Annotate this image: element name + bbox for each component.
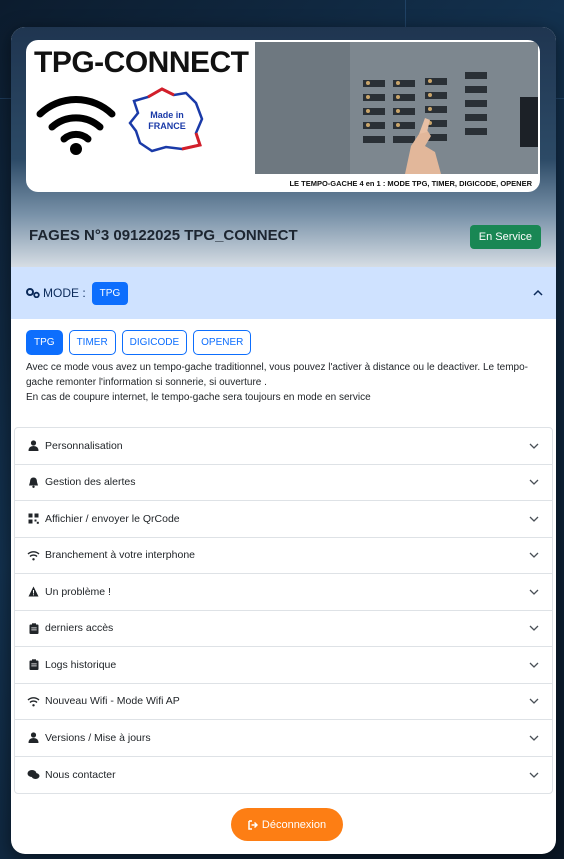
section-label: Affichier / envoyer le QrCode <box>45 512 180 525</box>
user-icon <box>27 732 40 744</box>
mode-label-text: MODE : <box>43 286 86 300</box>
card-header: TPG-CONNECT Made in FRANCE LE TEMPO-GACH… <box>11 27 556 267</box>
clipboard-icon <box>27 659 40 671</box>
badge-text-2: FRANCE <box>148 121 186 131</box>
banner-caption: LE TEMPO-GACHE 4 en 1 : MODE TPG, TIMER,… <box>289 179 532 188</box>
background-line <box>405 0 406 27</box>
wifi-logo-icon <box>36 96 116 155</box>
badge-text-1: Made in <box>150 110 184 120</box>
banner: TPG-CONNECT Made in FRANCE LE TEMPO-GACH… <box>26 40 540 192</box>
chevron-down-icon[interactable] <box>528 659 540 671</box>
section-label: derniers accès <box>45 622 114 635</box>
wifi-icon <box>27 695 40 707</box>
status-badge: En Service <box>469 225 541 249</box>
warning-icon <box>27 586 40 598</box>
section-alertes[interactable]: Gestion des alertes <box>15 465 552 501</box>
section-label: Branchement à votre interphone <box>45 549 196 562</box>
chevron-down-icon[interactable] <box>528 513 540 525</box>
mode-description-line: Avec ce mode vous avez un tempo-gache tr… <box>26 362 529 388</box>
sign-out-icon <box>248 819 258 830</box>
section-contact[interactable]: Nous contacter <box>15 757 552 794</box>
made-in-france-icon: Made in FRANCE <box>128 87 204 153</box>
section-versions[interactable]: Versions / Mise à jours <box>15 720 552 757</box>
mode-opener-button[interactable]: OPENER <box>193 330 252 355</box>
chevron-down-icon[interactable] <box>528 732 540 744</box>
chevron-down-icon[interactable] <box>528 695 540 707</box>
mode-digicode-button[interactable]: DIGICODE <box>121 330 188 355</box>
mode-accordion-header[interactable]: MODE : TPG <box>11 267 556 319</box>
device-title: FAGES N°3 09122025 TPG_CONNECT <box>29 227 298 244</box>
settings-accordion: Personnalisation Gestion des alertes Aff… <box>14 427 553 794</box>
chevron-up-icon[interactable] <box>532 287 544 299</box>
section-label: Logs historique <box>45 658 117 671</box>
intercom-photo <box>255 42 538 174</box>
section-label: Versions / Mise à jours <box>45 731 151 744</box>
section-label: Nous contacter <box>45 768 116 781</box>
qrcode-icon <box>27 513 40 525</box>
gears-icon <box>26 288 40 298</box>
user-icon <box>27 440 40 452</box>
section-branchement[interactable]: Branchement à votre interphone <box>15 538 552 574</box>
current-mode-badge: TPG <box>91 281 129 305</box>
logout-label: Déconnexion <box>261 818 327 831</box>
section-label: Personnalisation <box>45 439 123 452</box>
chevron-down-icon[interactable] <box>528 769 540 781</box>
wifi-icon <box>27 549 40 561</box>
chevron-down-icon[interactable] <box>528 476 540 488</box>
section-nouveau-wifi[interactable]: Nouveau Wifi - Mode Wifi AP <box>15 684 552 720</box>
mode-timer-button[interactable]: TIMER <box>68 330 116 355</box>
section-label: Nouveau Wifi - Mode Wifi AP <box>45 695 180 708</box>
clipboard-icon <box>27 622 40 634</box>
main-card: TPG-CONNECT Made in FRANCE LE TEMPO-GACH… <box>11 27 556 854</box>
section-logs[interactable]: Logs historique <box>15 647 552 684</box>
section-label: Un problème ! <box>45 585 111 598</box>
section-probleme[interactable]: Un problème ! <box>15 574 552 611</box>
chevron-down-icon[interactable] <box>528 549 540 561</box>
section-personnalisation[interactable]: Personnalisation <box>15 428 552 465</box>
mode-buttons: TPG TIMER DIGICODE OPENER <box>26 330 541 355</box>
mode-label: MODE : <box>26 286 86 300</box>
section-derniers-acces[interactable]: derniers accès <box>15 611 552 647</box>
section-label: Gestion des alertes <box>45 476 136 489</box>
logout-button[interactable]: Déconnexion <box>231 808 343 841</box>
chevron-down-icon[interactable] <box>528 586 540 598</box>
intercom-panel-graphic <box>255 42 538 174</box>
mode-panel: TPG TIMER DIGICODE OPENER Avec ce mode v… <box>26 330 541 405</box>
chevron-down-icon[interactable] <box>528 440 540 452</box>
mode-tpg-button[interactable]: TPG <box>26 330 63 355</box>
mode-description-line: En cas de coupure internet, le tempo-gac… <box>26 392 371 403</box>
chevron-down-icon[interactable] <box>528 622 540 634</box>
section-qrcode[interactable]: Affichier / envoyer le QrCode <box>15 501 552 538</box>
mode-description: Avec ce mode vous avez un tempo-gache tr… <box>26 360 541 405</box>
brand-logo: TPG-CONNECT <box>34 46 249 79</box>
comments-icon <box>27 769 40 781</box>
bell-icon <box>27 476 40 488</box>
